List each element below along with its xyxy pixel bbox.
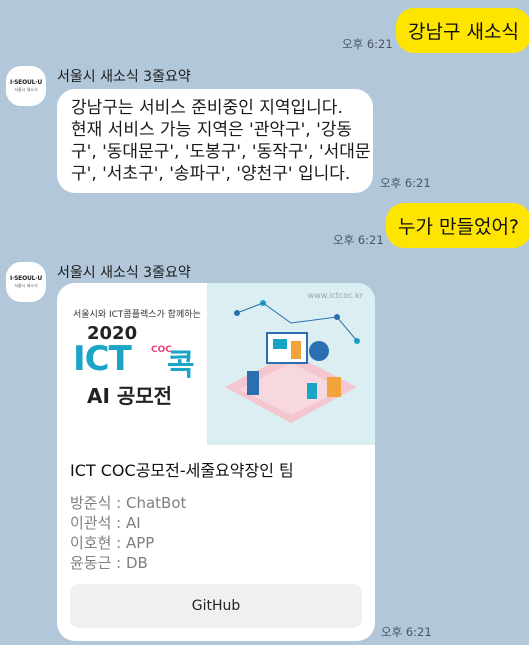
message-time: 오후 6:21 xyxy=(380,176,431,190)
sender-name: 서울시 새소식 3줄요약 xyxy=(57,265,191,281)
message-time: 오후 6:21 xyxy=(381,625,432,639)
message-time: 오후 6:21 xyxy=(333,233,384,247)
banner-ict-logo: ICT xyxy=(73,339,132,379)
card-body: ICT COC공모전-세줄요약장인 팀 방준식 : ChatBot 이관석 : … xyxy=(57,445,375,641)
bot-avatar[interactable]: I·SEOUL·U 서울시 새소식 xyxy=(6,66,46,106)
banner-subtitle: 서울시와 ICT콤플렉스가 함께하는 xyxy=(73,310,201,320)
avatar-logo-text: I·SEOUL·U xyxy=(9,275,43,282)
bot-avatar[interactable]: I·SEOUL·U 서울시 새소식 xyxy=(6,262,46,302)
bot-message-bubble[interactable]: 강남구는 서비스 준비중인 지역입니다. 현재 서비스 가능 지역은 '관악구'… xyxy=(57,89,373,193)
my-message-bubble[interactable]: 강남구 새소식 xyxy=(396,8,529,53)
avatar-sub-text: 서울시 새소식 xyxy=(14,87,38,92)
banner-url: www.ictcoc.kr xyxy=(307,291,363,300)
banner-illustration xyxy=(207,283,375,445)
my-message-bubble[interactable]: 누가 만들었어? xyxy=(386,203,529,248)
github-button[interactable]: GitHub xyxy=(70,584,362,628)
member-line: 이호현 : APP xyxy=(70,534,155,552)
avatar-logo-text: I·SEOUL·U xyxy=(9,79,43,86)
sender-name: 서울시 새소식 3줄요약 xyxy=(57,69,191,85)
message-line: 구', '서초구', '송파구', '양천구' 입니다. xyxy=(71,164,351,184)
banner-kong-logo: 콕 xyxy=(167,348,195,383)
contest-banner-image[interactable]: www.ictcoc.kr 서울시와 ICT콤플렉스가 함께하는 2020 IC… xyxy=(57,283,375,445)
member-line: 방준식 : ChatBot xyxy=(70,494,187,512)
message-time: 오후 6:21 xyxy=(342,37,393,51)
message-line: 현재 서비스 가능 지역은 '관악구', '강동 xyxy=(71,120,353,140)
avatar-sub-text: 서울시 새소식 xyxy=(14,283,38,288)
github-card[interactable]: www.ictcoc.kr 서울시와 ICT콤플렉스가 함께하는 2020 IC… xyxy=(57,283,375,641)
banner-ai-contest: AI 공모전 xyxy=(87,384,173,408)
member-line: 윤동근 : DB xyxy=(70,554,148,572)
card-title: ICT COC공모전-세줄요약장인 팀 xyxy=(70,461,294,480)
isometric-city-icon xyxy=(225,300,360,423)
member-line: 이관석 : AI xyxy=(70,514,141,532)
message-line: 강남구는 서비스 준비중인 지역입니다. xyxy=(71,98,343,118)
message-line: 구', '동대문구', '도봉구', '동작구', '서대문 xyxy=(71,142,371,162)
